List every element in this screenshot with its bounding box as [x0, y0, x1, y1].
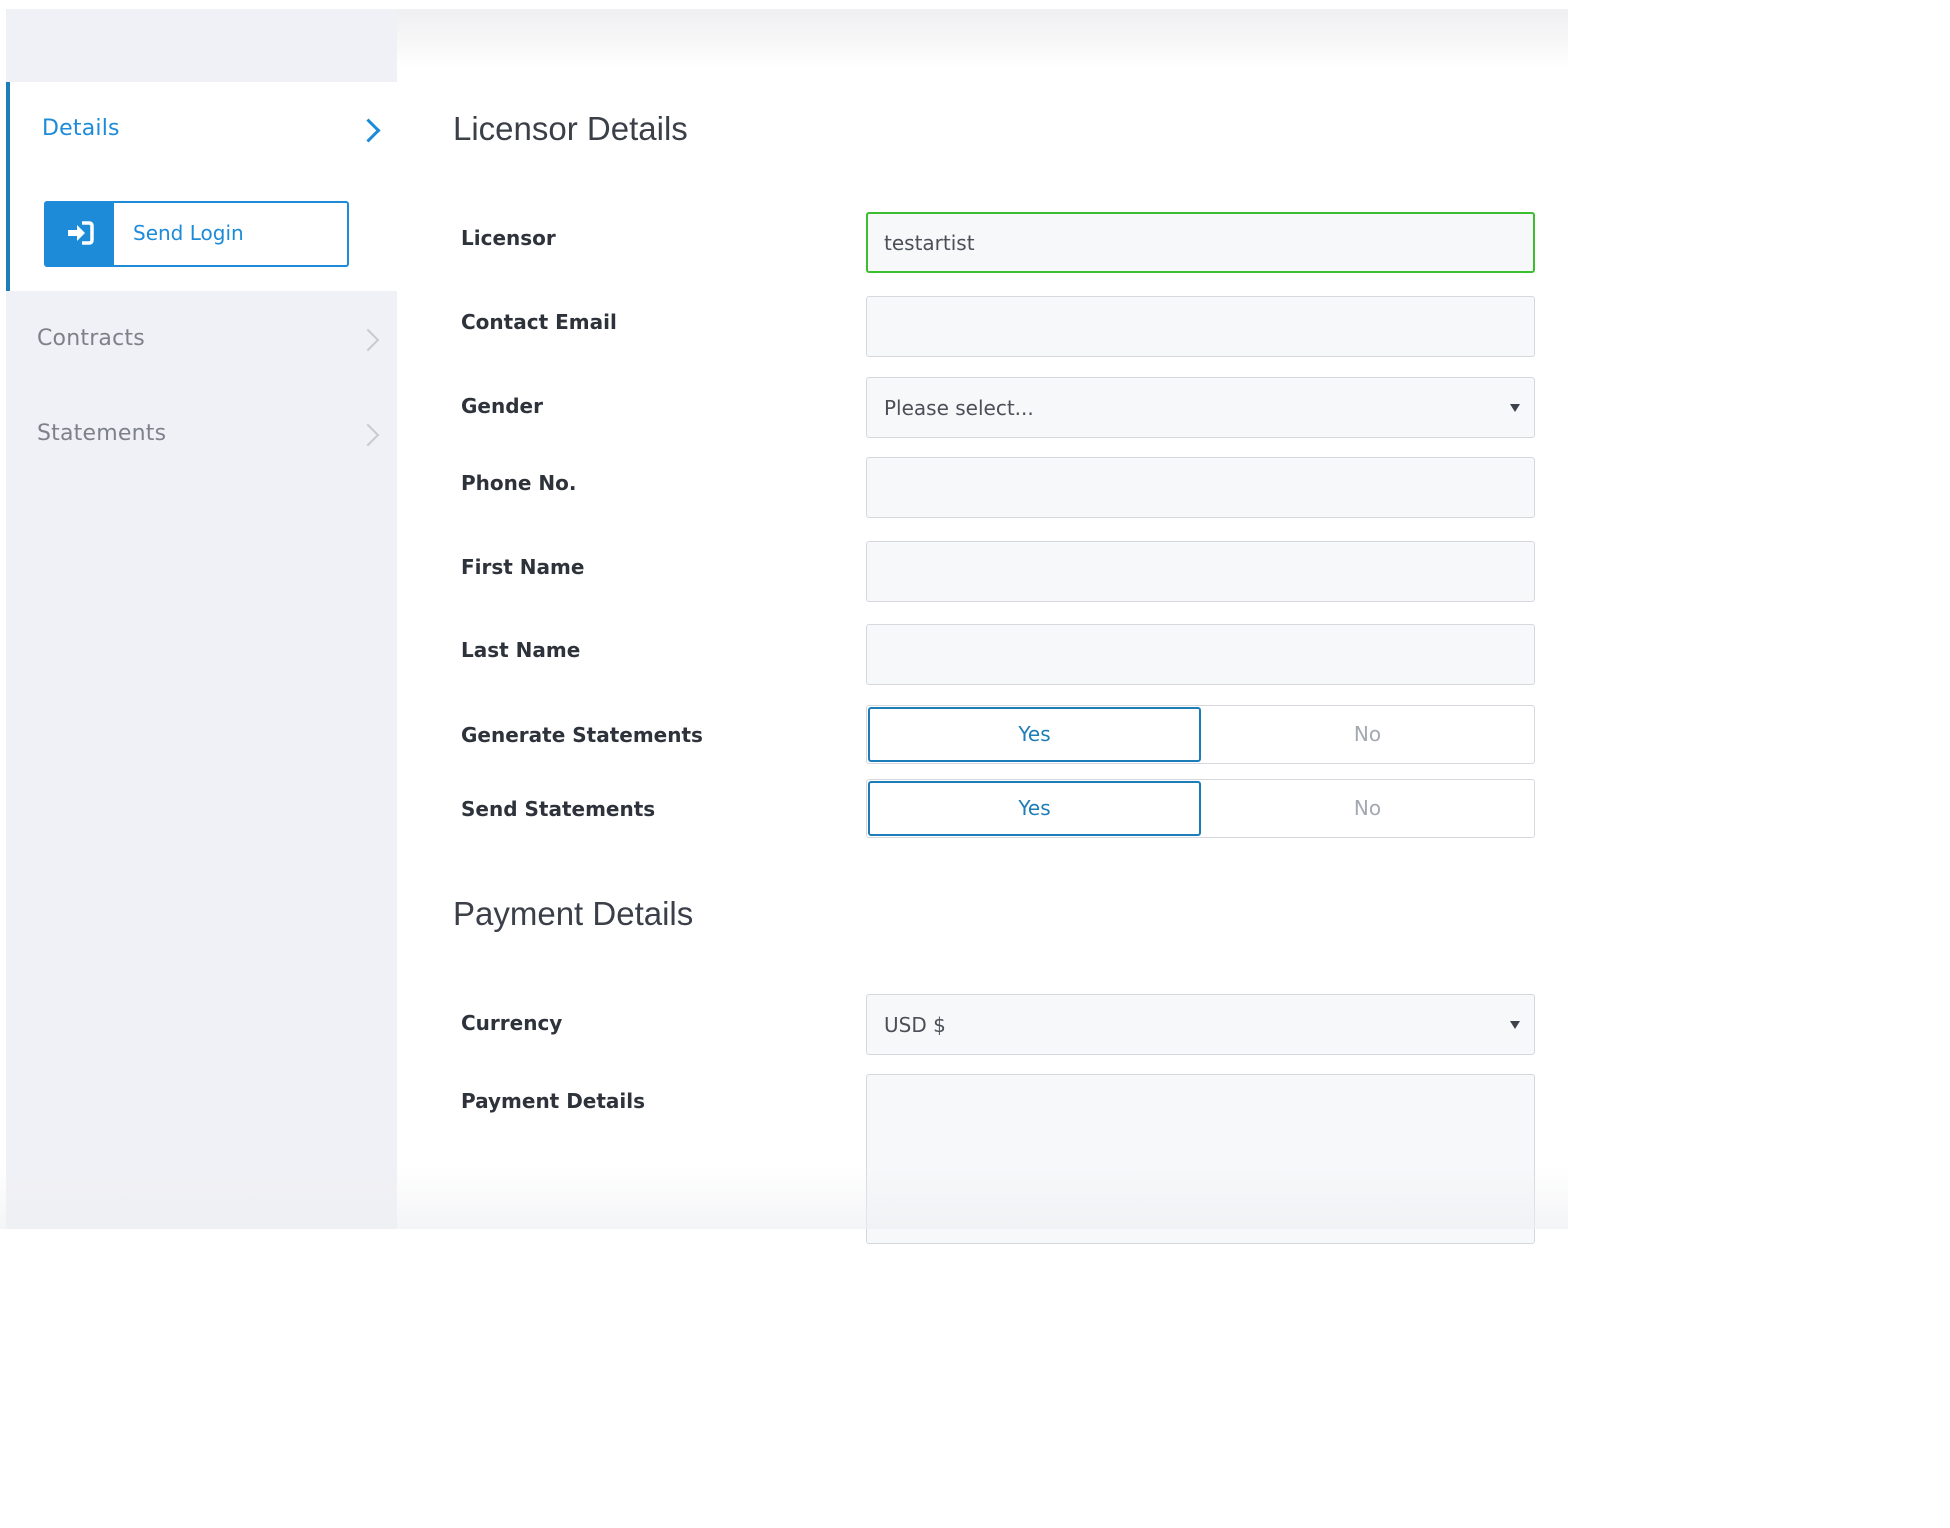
contact-email-label: Contact Email: [461, 310, 617, 334]
first-name-input[interactable]: [866, 541, 1535, 602]
first-name-label: First Name: [461, 555, 585, 579]
caret-down-icon: [1510, 1021, 1520, 1029]
generate-statements-toggle: Yes No: [866, 705, 1535, 764]
generate-statements-yes-button[interactable]: Yes: [868, 707, 1201, 762]
licensor-input[interactable]: testartist: [866, 212, 1535, 273]
sidebar-item-label: Details: [42, 116, 120, 141]
gender-value: Please select...: [884, 396, 1034, 420]
payment-details-label: Payment Details: [461, 1089, 646, 1113]
last-name-label: Last Name: [461, 638, 581, 662]
payment-details-textarea[interactable]: [866, 1074, 1535, 1244]
send-login-icon-box: [46, 203, 114, 265]
currency-select[interactable]: USD $: [866, 994, 1535, 1055]
generate-statements-label: Generate Statements: [461, 723, 703, 747]
send-statements-label: Send Statements: [461, 797, 656, 821]
sidebar-item-label: Contracts: [37, 326, 145, 351]
licensor-details-title: Licensor Details: [453, 110, 688, 147]
chevron-right-icon: [356, 118, 381, 143]
currency-value: USD $: [884, 1013, 946, 1037]
app-frame: Details Send Login Contracts Statements …: [0, 0, 1568, 1244]
gender-label: Gender: [461, 394, 543, 418]
caret-down-icon: [1510, 404, 1520, 412]
contact-email-input[interactable]: [866, 296, 1535, 357]
sidebar-item-statements[interactable]: Statements: [6, 404, 397, 464]
generate-statements-no-button[interactable]: No: [1201, 707, 1534, 762]
top-shade: [397, 8, 1568, 68]
phone-label: Phone No.: [461, 471, 577, 495]
sidebar: Details Send Login Contracts Statements: [6, 9, 397, 1229]
sign-in-icon: [68, 221, 94, 245]
phone-input[interactable]: [866, 457, 1535, 518]
payment-details-title: Payment Details: [453, 895, 694, 932]
sidebar-item-label: Statements: [37, 421, 167, 446]
sidebar-item-details[interactable]: Details Send Login: [6, 82, 397, 291]
sidebar-item-contracts[interactable]: Contracts: [6, 309, 397, 369]
top-edge: [0, 0, 1568, 9]
send-login-button[interactable]: Send Login: [44, 201, 349, 267]
licensor-value: testartist: [884, 231, 975, 255]
chevron-right-icon: [356, 328, 380, 352]
chevron-right-icon: [356, 423, 380, 447]
currency-label: Currency: [461, 1011, 563, 1035]
send-statements-yes-button[interactable]: Yes: [868, 781, 1201, 836]
send-login-label: Send Login: [133, 221, 244, 245]
send-statements-no-button[interactable]: No: [1201, 781, 1534, 836]
licensor-label: Licensor: [461, 226, 556, 250]
gender-select[interactable]: Please select...: [866, 377, 1535, 438]
last-name-input[interactable]: [866, 624, 1535, 685]
send-statements-toggle: Yes No: [866, 779, 1535, 838]
